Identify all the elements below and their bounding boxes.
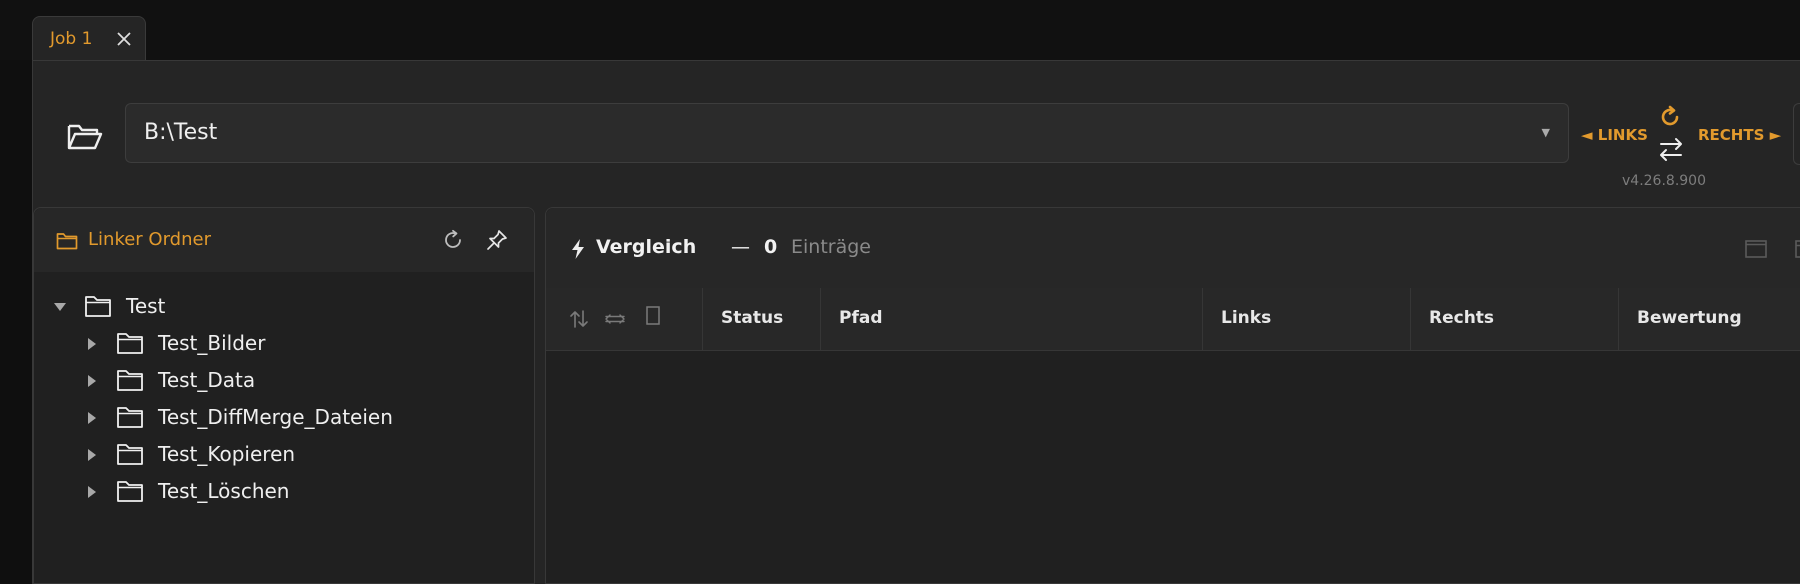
refresh-icon[interactable] [1658, 105, 1682, 129]
column-label: Rechts [1429, 308, 1495, 328]
tree-item-label: Test_Bilder [158, 331, 266, 355]
column-rechts[interactable]: Rechts [1410, 288, 1619, 350]
separator: — [731, 236, 750, 258]
column-label: Status [721, 308, 784, 328]
swap-arrows-icon[interactable] [1657, 135, 1685, 163]
left-path-combobox[interactable]: B:\Test ▼ [125, 103, 1569, 163]
folder-icon [85, 296, 111, 317]
chevron-down-icon[interactable]: ▼ [1542, 126, 1550, 139]
path-value: B:\Test [144, 120, 218, 145]
column-pfad[interactable]: Pfad [820, 288, 1203, 350]
column-label: Bewertung [1637, 308, 1742, 328]
window-icon[interactable] [1744, 238, 1768, 260]
folder-icon [117, 481, 143, 502]
document-icon[interactable] [642, 305, 664, 327]
tree-item[interactable]: Test_Data [86, 362, 514, 398]
pin-icon[interactable] [486, 229, 508, 251]
table-header: Status Pfad Links Rechts Bewertung [546, 288, 1800, 351]
compare-panel: Vergleich — 0 Einträge Status Pfad Links… [545, 207, 1800, 584]
left-panel-title: Linker Ordner [88, 229, 211, 250]
left-edge-strip [0, 60, 32, 583]
compare-title: Vergleich [596, 236, 697, 258]
right-path-combobox[interactable] [1793, 103, 1800, 165]
tree-item-label: Test_Löschen [158, 479, 290, 503]
tree-item[interactable]: Test_Kopieren [86, 436, 514, 472]
tree-item-label: Test [126, 294, 166, 318]
column-label: Links [1221, 308, 1272, 328]
left-panel-header: Linker Ordner [34, 208, 534, 272]
tree-item[interactable]: Test_Löschen [86, 473, 514, 509]
links-button[interactable]: ◄ LINKS [1581, 126, 1648, 144]
caret-right-icon[interactable] [86, 338, 98, 350]
folder-icon [117, 370, 143, 391]
close-icon[interactable] [115, 30, 133, 48]
tab-bar: Job 1 [0, 0, 1800, 60]
calendar-window-icon[interactable] [1794, 238, 1800, 260]
caret-right-icon[interactable] [86, 449, 98, 461]
tree-item[interactable]: Test_Bilder [86, 325, 514, 361]
rechts-button[interactable]: RECHTS ► [1698, 126, 1781, 144]
column-links[interactable]: Links [1202, 288, 1411, 350]
entry-count: 0 [764, 236, 778, 258]
tab-label: Job 1 [50, 29, 93, 49]
refresh-icon[interactable] [442, 229, 464, 251]
column-bewertung[interactable]: Bewertung [1618, 288, 1800, 350]
folder-icon [117, 333, 143, 354]
caret-down-icon[interactable] [54, 301, 66, 313]
column-label: Pfad [839, 308, 883, 328]
folder-icon [117, 407, 143, 428]
folder-icon [56, 233, 78, 250]
caret-right-icon[interactable] [86, 412, 98, 424]
tree-item[interactable]: Test_DiffMerge_Dateien [86, 399, 514, 435]
open-folder-icon[interactable] [63, 118, 107, 154]
tree-item-label: Test_Data [158, 368, 256, 392]
tab-job-1[interactable]: Job 1 [32, 16, 146, 60]
lightning-icon [572, 239, 584, 259]
left-folder-panel: Linker Ordner Test Test_Bilder Test_Data… [33, 207, 535, 584]
compare-arrows-icon[interactable] [604, 308, 626, 330]
caret-right-icon[interactable] [86, 486, 98, 498]
tree-item-label: Test_Kopieren [158, 442, 296, 466]
tree-item-label: Test_DiffMerge_Dateien [158, 405, 393, 429]
column-status[interactable]: Status [702, 288, 821, 350]
job-workspace: B:\Test ▼ ◄ LINKS RECHTS ► v4.26.8.900 L… [32, 60, 1800, 584]
folder-icon [117, 444, 143, 465]
compare-header: Vergleich — 0 Einträge [546, 208, 1800, 288]
sort-icon[interactable] [568, 308, 590, 330]
tree-item-root[interactable]: Test [54, 288, 514, 324]
entry-count-unit: Einträge [791, 236, 871, 258]
caret-right-icon[interactable] [86, 375, 98, 387]
version-label: v4.26.8.900 [1622, 173, 1706, 189]
